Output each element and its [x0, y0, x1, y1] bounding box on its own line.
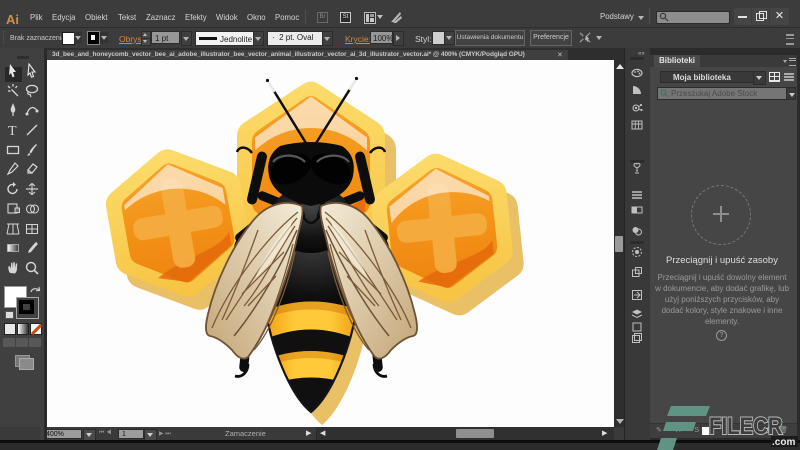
svg-text:FILECR: FILECR [709, 412, 783, 439]
svg-text:T: T [8, 124, 17, 138]
svg-text:.com: .com [772, 437, 795, 448]
